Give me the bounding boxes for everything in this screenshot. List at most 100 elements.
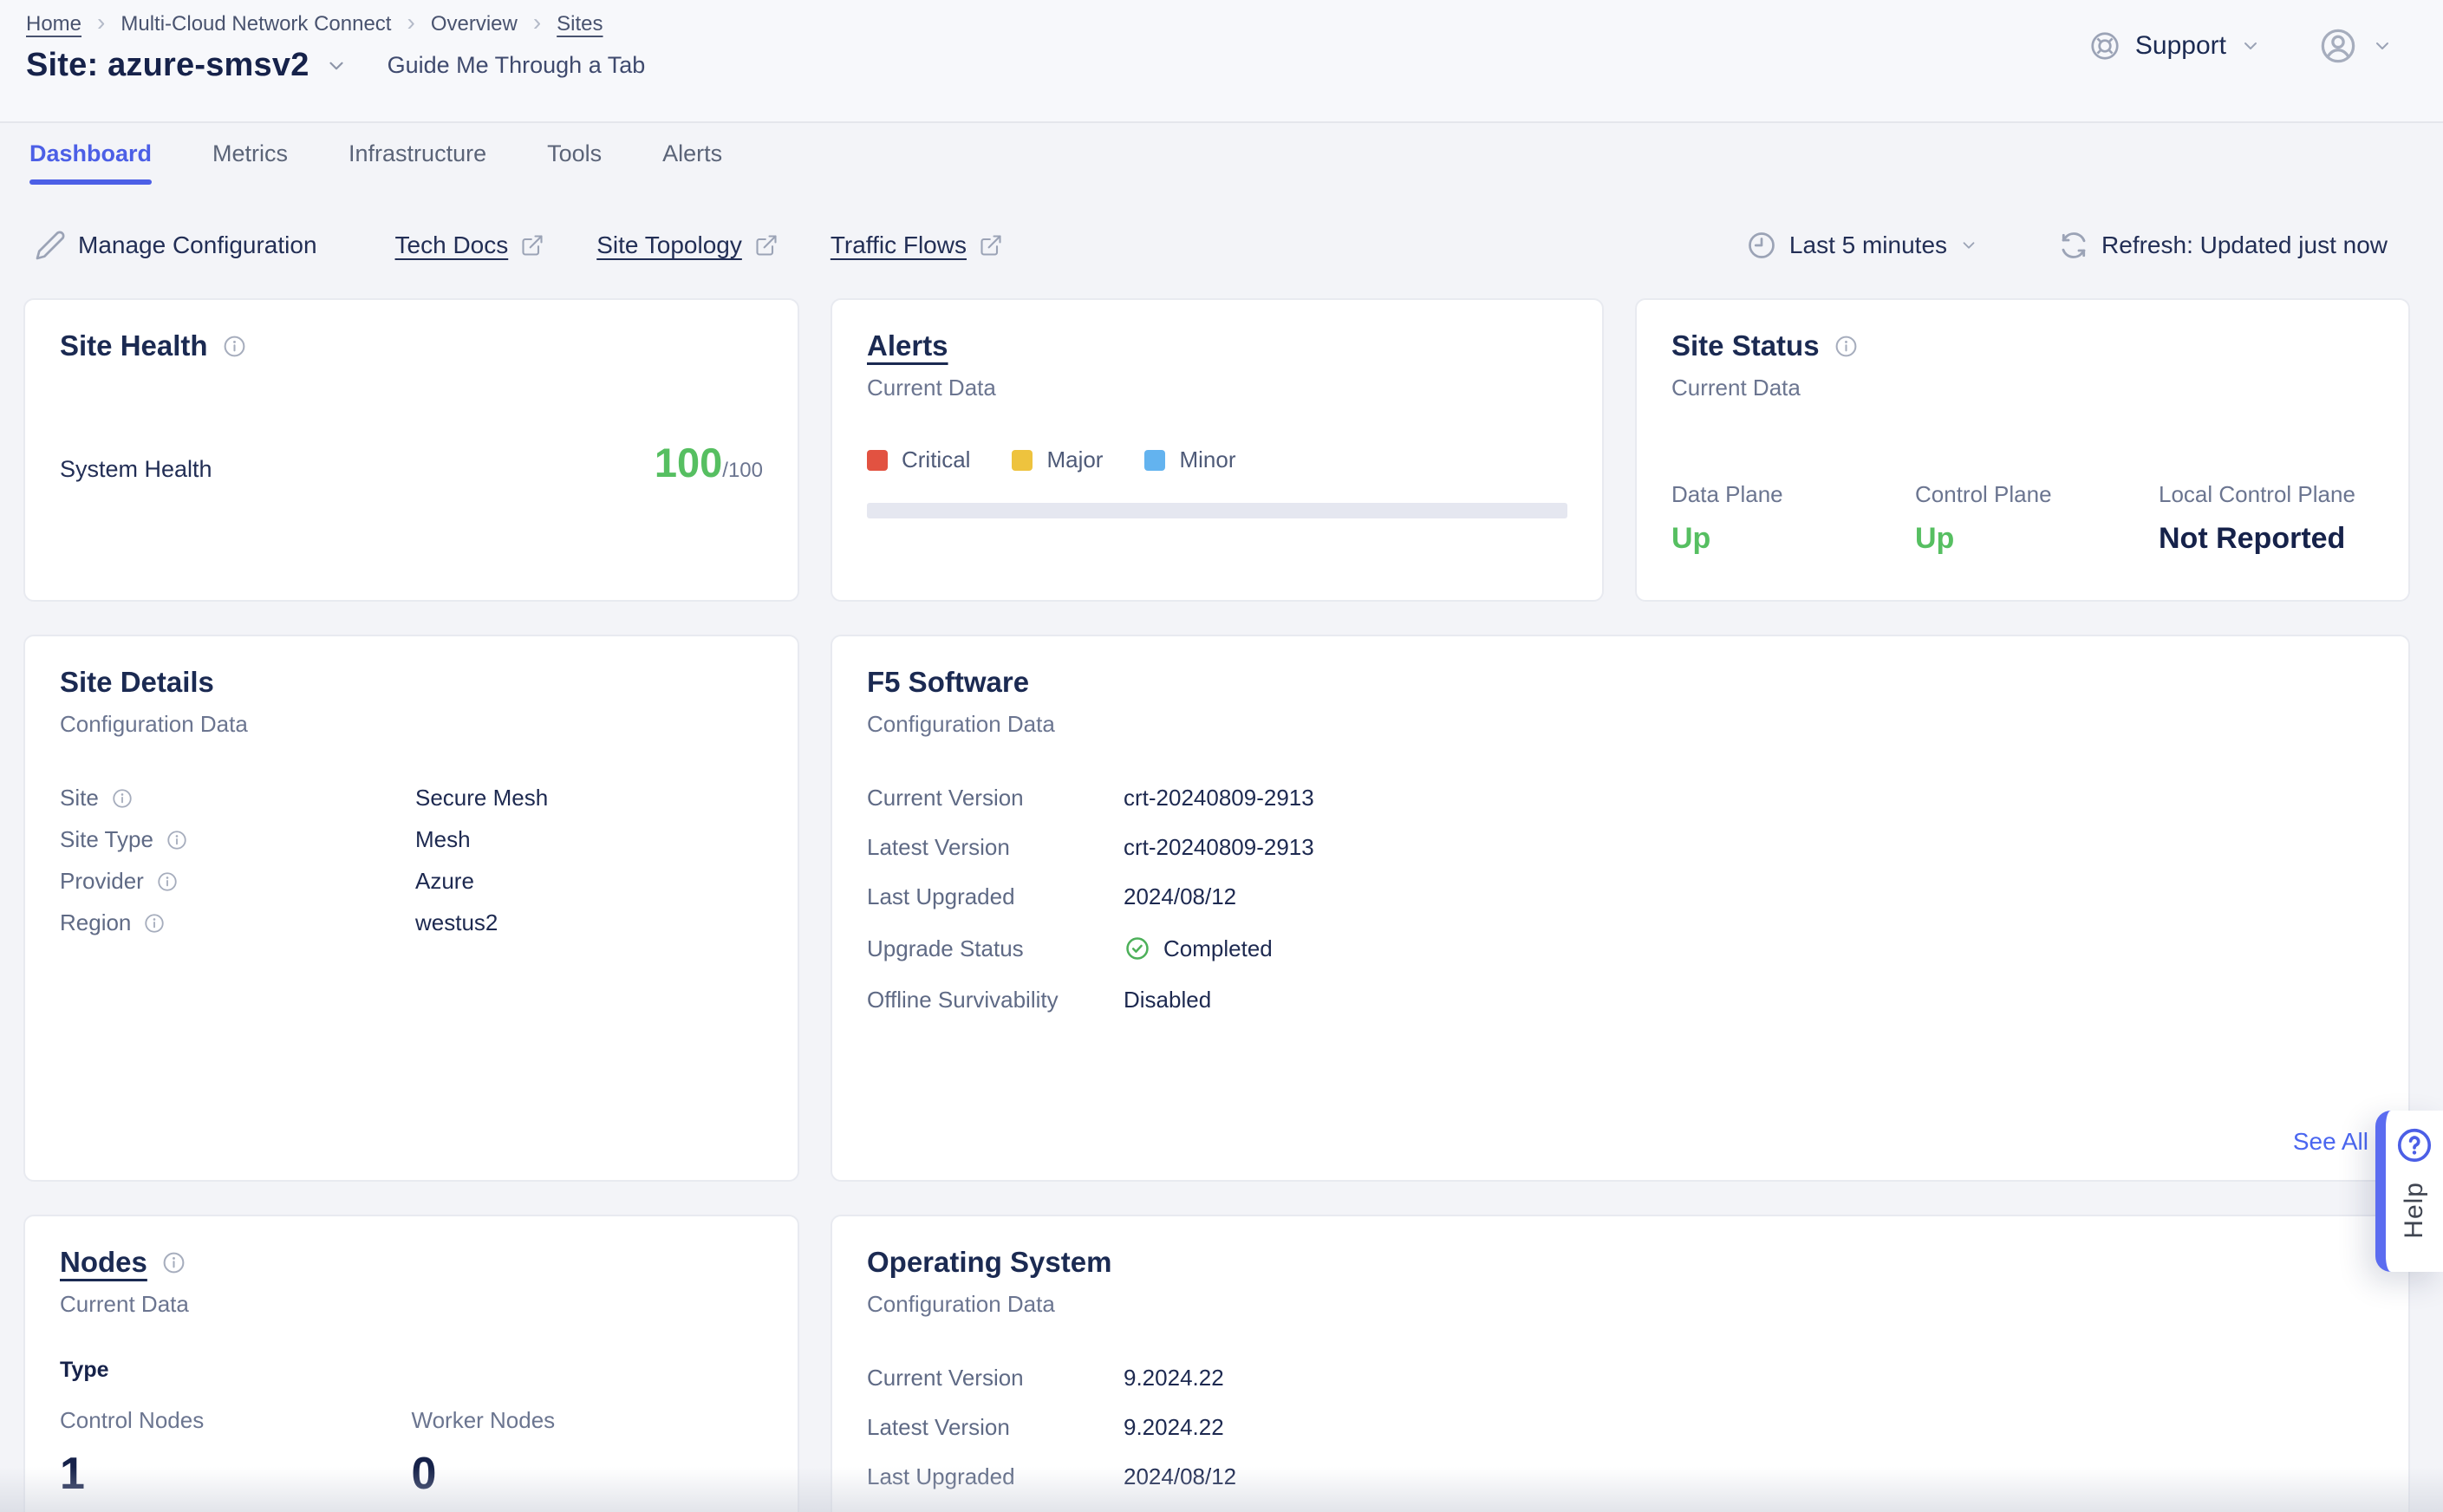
- tab-dashboard[interactable]: Dashboard: [29, 140, 152, 185]
- chevron-down-icon: [1959, 236, 1978, 255]
- f5-software-title: F5 Software: [867, 666, 1029, 699]
- control-plane-value: Up: [1915, 522, 2159, 556]
- data-plane-status: Data Plane Up: [1671, 481, 1915, 556]
- chevron-right-icon: ›: [407, 10, 414, 35]
- clock-icon: [1746, 230, 1777, 261]
- traffic-flows-link[interactable]: Traffic Flows: [831, 231, 1003, 259]
- guide-me-link[interactable]: Guide Me Through a Tab: [388, 52, 646, 79]
- refresh-button[interactable]: Refresh: Updated just now: [2058, 230, 2388, 261]
- system-health-label: System Health: [60, 456, 212, 483]
- refresh-icon: [2058, 230, 2089, 261]
- f5-software-subtitle: Configuration Data: [867, 711, 2374, 738]
- external-link-icon: [754, 233, 779, 257]
- tab-alerts[interactable]: Alerts: [662, 140, 722, 185]
- nodes-title-link[interactable]: Nodes: [60, 1246, 147, 1279]
- support-menu[interactable]: Support: [2088, 29, 2261, 62]
- account-menu[interactable]: [2318, 26, 2393, 66]
- alerts-title-link[interactable]: Alerts: [867, 329, 948, 362]
- alerts-card: Alerts Current Data Critical Major Minor: [831, 298, 1604, 602]
- local-control-plane-value: Not Reported: [2159, 522, 2355, 556]
- site-topology-link[interactable]: Site Topology: [596, 231, 779, 259]
- worker-nodes-stat: Worker Nodes 0: [412, 1407, 764, 1500]
- worker-nodes-count: 0: [412, 1448, 764, 1500]
- site-health-card: Site Health System Health 100 /100: [23, 298, 799, 602]
- site-row: Site Secure Mesh: [60, 786, 763, 810]
- time-range-dropdown[interactable]: Last 5 minutes: [1746, 230, 1978, 261]
- breadcrumb: Home › Multi-Cloud Network Connect › Ove…: [26, 12, 2394, 36]
- alerts-stacked-bar: [867, 503, 1567, 518]
- critical-swatch: [867, 450, 888, 471]
- breadcrumb-sites[interactable]: Sites: [557, 12, 603, 36]
- operating-system-subtitle: Configuration Data: [867, 1291, 2374, 1318]
- site-selector-chevron-down-icon[interactable]: [325, 55, 348, 77]
- system-health-denominator: /100: [722, 459, 763, 483]
- question-circle-icon: [2395, 1126, 2433, 1164]
- chevron-down-icon: [2372, 36, 2393, 56]
- control-plane-status: Control Plane Up: [1915, 481, 2159, 556]
- lifebuoy-icon: [2088, 29, 2121, 62]
- help-tab[interactable]: Help: [2375, 1111, 2443, 1272]
- site-details-card: Site Details Configuration Data Site Sec…: [23, 635, 799, 1182]
- local-control-plane-status: Local Control Plane Not Reported: [2159, 481, 2355, 556]
- page-title: Site: azure-smsv2: [26, 47, 309, 84]
- toolbar: Manage Configuration Tech Docs Site Topo…: [0, 230, 2443, 261]
- see-all-link[interactable]: See All: [2293, 1128, 2368, 1156]
- info-icon[interactable]: [156, 870, 179, 893]
- info-icon[interactable]: [222, 334, 247, 359]
- avatar-icon: [2318, 26, 2358, 66]
- tab-tools[interactable]: Tools: [547, 140, 602, 185]
- pencil-icon: [35, 230, 66, 261]
- site-type-row: Site Type Mesh: [60, 828, 763, 851]
- tab-bar: Dashboard Metrics Infrastructure Tools A…: [0, 123, 2443, 185]
- major-swatch: [1012, 450, 1033, 471]
- chevron-right-icon: ›: [533, 10, 541, 35]
- current-version-row: Current Version crt-20240809-2913: [867, 786, 2374, 810]
- minor-swatch: [1144, 450, 1165, 471]
- tab-infrastructure[interactable]: Infrastructure: [349, 140, 486, 185]
- site-health-title: Site Health: [60, 329, 208, 362]
- info-icon[interactable]: [161, 1250, 186, 1275]
- breadcrumb-mcn: Multi-Cloud Network Connect: [121, 12, 391, 36]
- site-details-title: Site Details: [60, 666, 214, 699]
- legend-item-critical: Critical: [867, 446, 970, 473]
- os-latest-version-row: Latest Version 9.2024.22: [867, 1416, 2374, 1439]
- nodes-card: Nodes Current Data Type Control Nodes 1 …: [23, 1215, 799, 1512]
- alerts-subtitle: Current Data: [867, 375, 1567, 401]
- nodes-subtitle: Current Data: [60, 1291, 763, 1318]
- os-last-upgraded-row: Last Upgraded 2024/08/12: [867, 1465, 2374, 1489]
- provider-row: Provider Azure: [60, 870, 763, 893]
- tab-metrics[interactable]: Metrics: [212, 140, 288, 185]
- check-circle-icon: [1124, 935, 1151, 962]
- support-label: Support: [2135, 31, 2226, 61]
- tech-docs-link[interactable]: Tech Docs: [395, 231, 545, 259]
- legend-item-minor: Minor: [1144, 446, 1235, 473]
- os-current-version-row: Current Version 9.2024.22: [867, 1366, 2374, 1390]
- site-details-subtitle: Configuration Data: [60, 711, 763, 738]
- info-icon[interactable]: [166, 829, 188, 851]
- latest-version-row: Latest Version crt-20240809-2913: [867, 836, 2374, 859]
- control-nodes-stat: Control Nodes 1: [60, 1407, 412, 1500]
- info-icon[interactable]: [143, 912, 166, 935]
- app-header: Home › Multi-Cloud Network Connect › Ove…: [0, 0, 2443, 123]
- last-upgraded-row: Last Upgraded 2024/08/12: [867, 885, 2374, 909]
- chevron-right-icon: ›: [97, 10, 105, 35]
- control-nodes-count: 1: [60, 1448, 412, 1500]
- external-link-icon: [979, 233, 1003, 257]
- dashboard-grid: Site Health System Health 100 /100 Alert…: [0, 298, 2443, 1512]
- site-status-subtitle: Current Data: [1671, 375, 2374, 401]
- operating-system-card: Operating System Configuration Data Curr…: [831, 1215, 2410, 1512]
- breadcrumb-home[interactable]: Home: [26, 12, 81, 36]
- legend-item-major: Major: [1012, 446, 1103, 473]
- site-status-title: Site Status: [1671, 329, 1820, 362]
- nodes-type-heading: Type: [60, 1358, 763, 1383]
- info-icon[interactable]: [111, 787, 134, 810]
- upgrade-status-row: Upgrade Status Completed: [867, 935, 2374, 962]
- alerts-legend: Critical Major Minor: [867, 446, 1567, 473]
- site-status-card: Site Status Current Data Data Plane Up C…: [1635, 298, 2410, 602]
- region-row: Region westus2: [60, 911, 763, 935]
- external-link-icon: [520, 233, 544, 257]
- manage-configuration-button[interactable]: Manage Configuration: [35, 230, 317, 261]
- chevron-down-icon: [2240, 36, 2261, 56]
- info-icon[interactable]: [1834, 334, 1859, 359]
- data-plane-value: Up: [1671, 522, 1915, 556]
